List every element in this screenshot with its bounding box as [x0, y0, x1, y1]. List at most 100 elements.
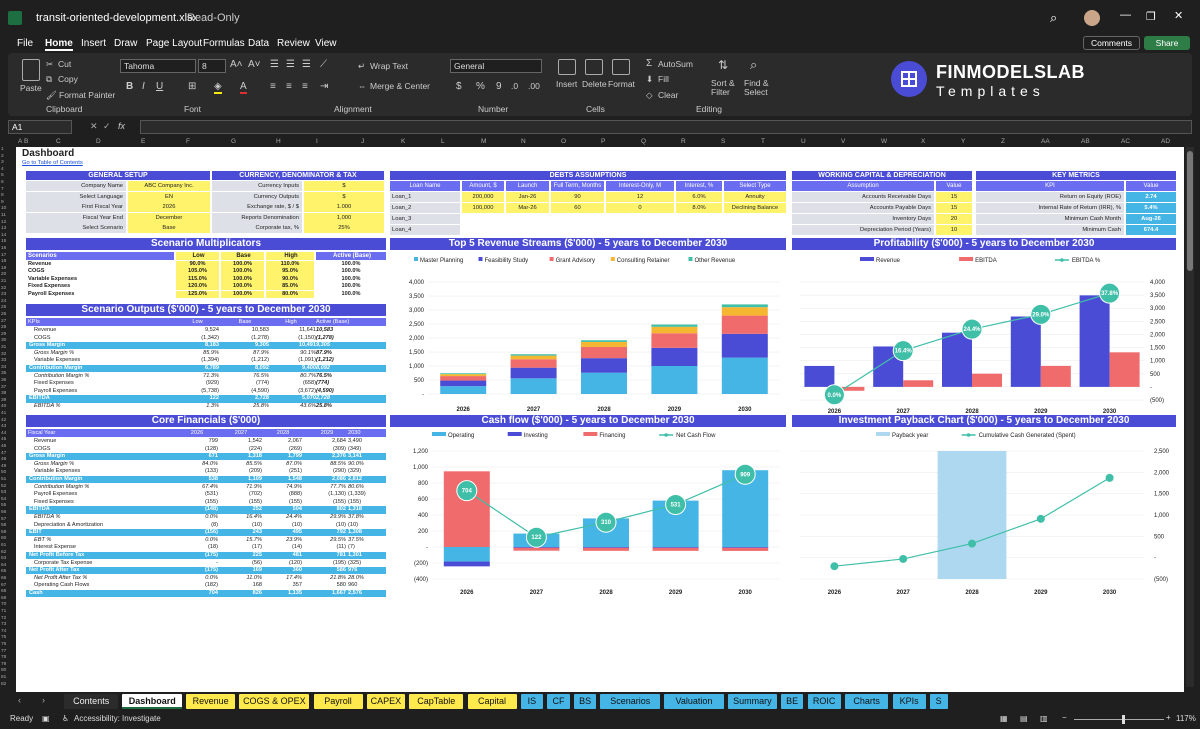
- row-header[interactable]: 45: [1, 437, 6, 442]
- wc-value[interactable]: 20: [936, 214, 972, 224]
- font-size-select[interactable]: 8: [198, 59, 226, 73]
- menu-data[interactable]: Data: [248, 38, 269, 49]
- row-header[interactable]: 81: [1, 675, 6, 680]
- decrease-decimal-icon[interactable]: .00: [528, 81, 540, 91]
- sheet-tab[interactable]: CF: [547, 694, 570, 709]
- row-header[interactable]: 78: [1, 655, 6, 660]
- align-middle-icon[interactable]: ☰: [286, 59, 295, 70]
- sheet-tab[interactable]: Capital: [467, 694, 517, 709]
- sheet-tab[interactable]: CapTable: [409, 694, 464, 709]
- row-header[interactable]: 31: [1, 345, 6, 350]
- row-header[interactable]: 9: [1, 200, 4, 205]
- find-select-icon[interactable]: ⌕: [750, 57, 757, 73]
- wrap-text-icon[interactable]: ↵: [358, 61, 365, 72]
- setup-value[interactable]: $: [304, 191, 384, 202]
- row-header[interactable]: 74: [1, 629, 6, 634]
- setup-value[interactable]: 1,000: [304, 212, 384, 223]
- sheet-tab[interactable]: Revenue: [186, 694, 236, 709]
- zoom-level[interactable]: 117%: [1176, 714, 1196, 723]
- row-header[interactable]: 33: [1, 358, 6, 363]
- column-header[interactable]: D: [96, 138, 101, 145]
- multiplier-cell[interactable]: 95.0%: [266, 268, 314, 276]
- debts-cell[interactable]: Declining Balance: [724, 203, 786, 213]
- formula-input[interactable]: [140, 120, 1192, 134]
- sheet-tab[interactable]: ROIC: [807, 694, 841, 709]
- share-button[interactable]: Share: [1144, 36, 1190, 50]
- row-header[interactable]: 11: [1, 213, 6, 218]
- column-header[interactable]: F: [186, 138, 190, 145]
- column-header[interactable]: N: [521, 138, 526, 145]
- row-header[interactable]: 77: [1, 649, 6, 654]
- row-header[interactable]: 51: [1, 477, 6, 482]
- column-header[interactable]: B: [24, 138, 28, 145]
- column-header[interactable]: M: [481, 138, 486, 145]
- column-header[interactable]: O: [561, 138, 566, 145]
- sheet-tab[interactable]: BS: [573, 694, 597, 709]
- column-header[interactable]: AD: [1161, 138, 1170, 145]
- debts-cell[interactable]: 200,000: [462, 192, 504, 202]
- row-header[interactable]: 66: [1, 576, 6, 581]
- sheet-tab[interactable]: Valuation: [664, 694, 724, 709]
- row-header[interactable]: 70: [1, 602, 6, 607]
- row-header[interactable]: 68: [1, 589, 6, 594]
- number-format-select[interactable]: General: [450, 59, 542, 73]
- row-header[interactable]: 46: [1, 444, 6, 449]
- row-header[interactable]: 72: [1, 616, 6, 621]
- format-painter-button[interactable]: Format Painter: [59, 90, 115, 100]
- tab-scroll-left-icon[interactable]: ‹: [18, 695, 21, 705]
- row-header[interactable]: 23: [1, 292, 6, 297]
- orientation-icon[interactable]: ⟋: [320, 59, 327, 70]
- bold-icon[interactable]: B: [126, 81, 133, 92]
- row-header[interactable]: 39: [1, 398, 6, 403]
- row-header[interactable]: 79: [1, 662, 6, 667]
- align-top-icon[interactable]: ☰: [270, 59, 279, 70]
- sheet-tab[interactable]: S: [929, 694, 948, 709]
- column-header[interactable]: L: [441, 138, 445, 145]
- column-header[interactable]: P: [601, 138, 605, 145]
- clear-icon[interactable]: ◇: [646, 90, 653, 101]
- row-header[interactable]: 49: [1, 464, 6, 469]
- row-header[interactable]: 47: [1, 451, 6, 456]
- multiplier-cell[interactable]: 100.0%: [221, 275, 264, 283]
- normal-view-icon[interactable]: ▦: [1000, 714, 1008, 723]
- row-header[interactable]: 25: [1, 305, 6, 310]
- row-header[interactable]: 44: [1, 431, 6, 436]
- row-header[interactable]: 1: [1, 147, 4, 152]
- row-header[interactable]: 21: [1, 279, 6, 284]
- row-header[interactable]: 58: [1, 523, 6, 528]
- debts-cell[interactable]: Loan_4: [390, 225, 460, 235]
- row-header[interactable]: 30: [1, 338, 6, 343]
- increase-decimal-icon[interactable]: .0: [511, 81, 518, 91]
- autosum-icon[interactable]: Σ: [646, 58, 652, 69]
- column-header[interactable]: Z: [1001, 138, 1005, 145]
- row-header[interactable]: 32: [1, 352, 6, 357]
- row-header[interactable]: 6: [1, 180, 4, 185]
- format-cells-icon[interactable]: [612, 59, 630, 75]
- paste-label[interactable]: Paste: [20, 83, 42, 93]
- setup-value[interactable]: ABC Company Inc.: [128, 181, 210, 191]
- column-header[interactable]: E: [141, 138, 145, 145]
- row-header[interactable]: 48: [1, 457, 6, 462]
- menu-draw[interactable]: Draw: [114, 38, 137, 49]
- copy-icon[interactable]: ⧉: [46, 74, 52, 85]
- row-header[interactable]: 65: [1, 569, 6, 574]
- row-header[interactable]: 38: [1, 391, 6, 396]
- row-header[interactable]: 69: [1, 596, 6, 601]
- multiplier-cell[interactable]: 80.0%: [266, 290, 314, 298]
- row-header[interactable]: 57: [1, 517, 6, 522]
- macro-icon[interactable]: ▣: [42, 714, 50, 723]
- column-header[interactable]: K: [401, 138, 405, 145]
- row-header[interactable]: 20: [1, 272, 6, 277]
- sheet-tab[interactable]: KPIs: [892, 694, 926, 709]
- row-header[interactable]: 24: [1, 299, 6, 304]
- search-icon[interactable]: ⌕: [1050, 10, 1057, 26]
- cancel-icon[interactable]: ✕: [90, 121, 98, 132]
- zoom-out-icon[interactable]: −: [1062, 713, 1067, 722]
- row-header[interactable]: 29: [1, 332, 6, 337]
- insert-cells-icon[interactable]: [558, 59, 576, 75]
- cut-button[interactable]: Cut: [58, 59, 71, 69]
- name-box[interactable]: A1: [8, 120, 72, 134]
- setup-value[interactable]: EN: [128, 191, 210, 202]
- debts-cell[interactable]: Mar-26: [506, 203, 549, 213]
- sheet-tab[interactable]: Dashboard: [122, 694, 183, 709]
